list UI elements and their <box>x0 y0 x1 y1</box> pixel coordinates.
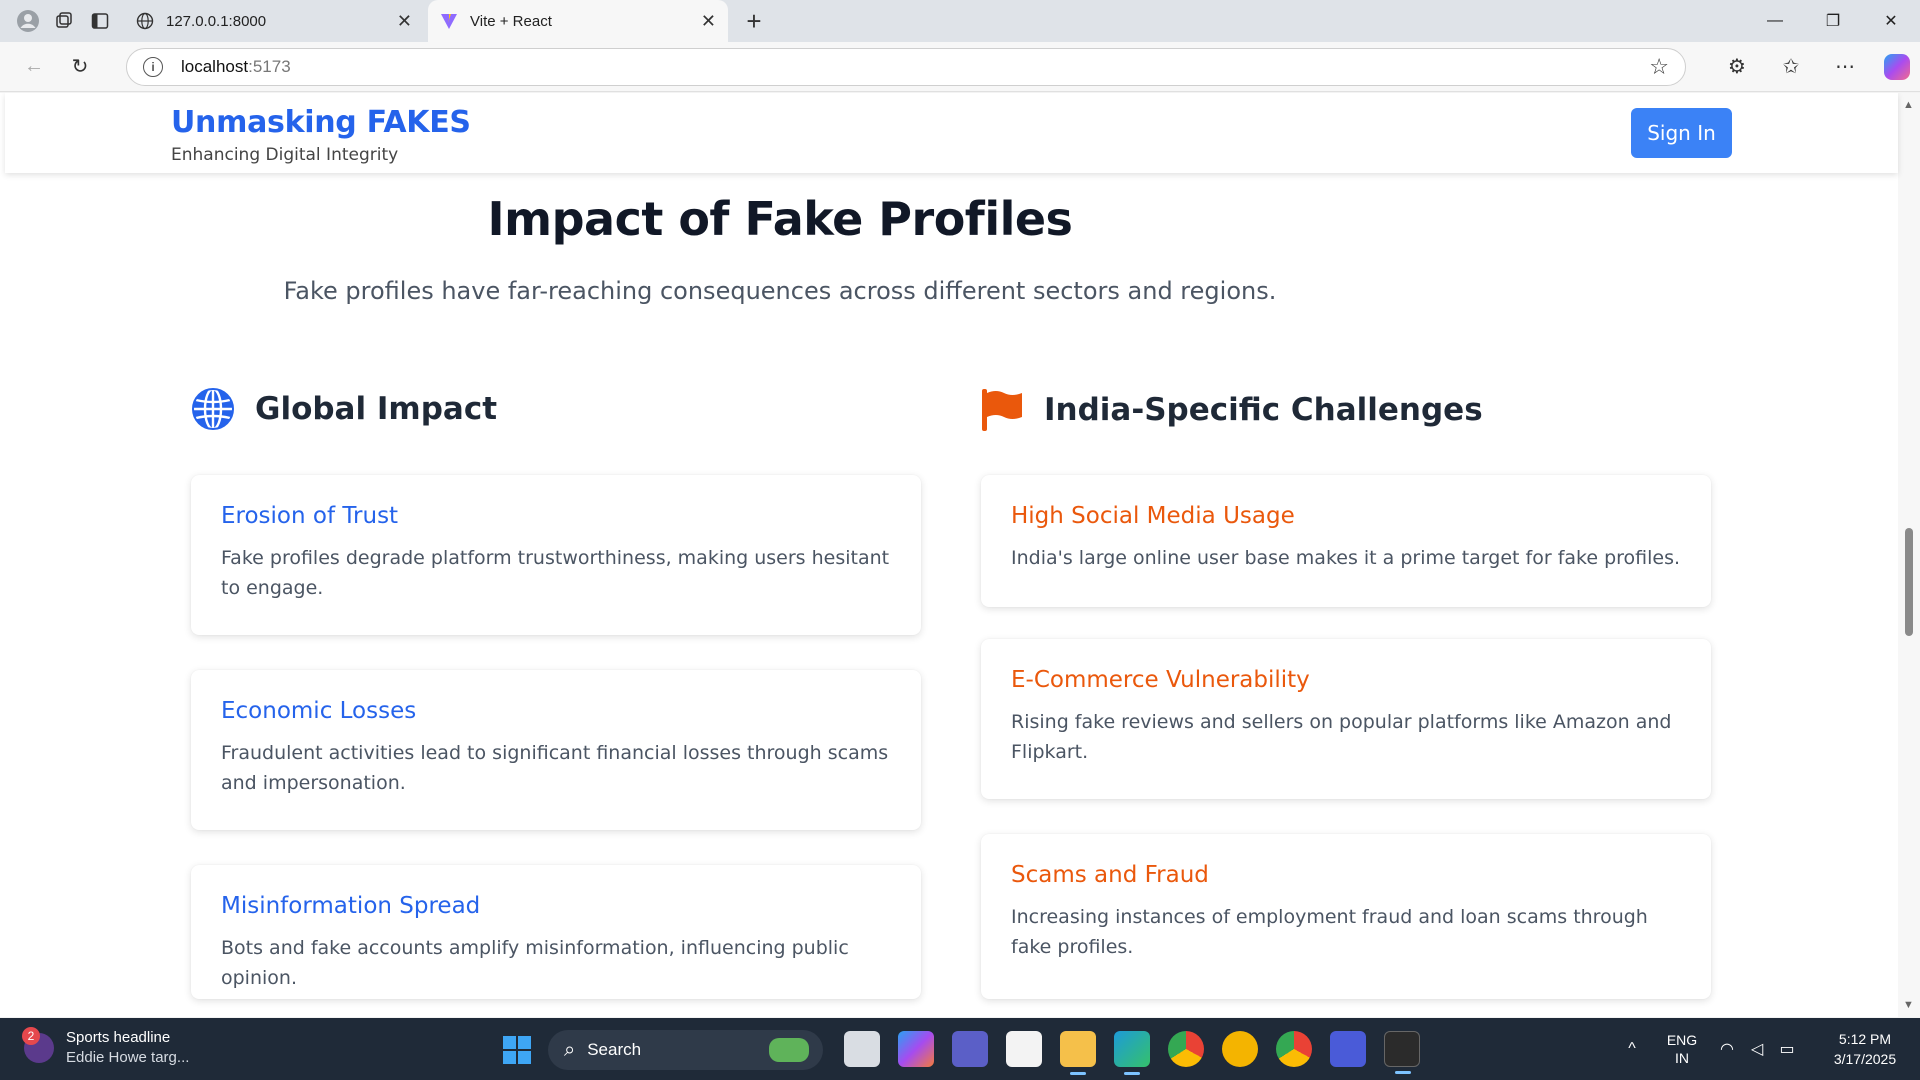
news-badge: 2 <box>22 1027 40 1045</box>
card-title: Misinformation Spread <box>221 893 481 919</box>
terminal-icon[interactable] <box>1384 1031 1420 1074</box>
page-viewport: Unmasking FAKES Enhancing Digital Integr… <box>0 93 1920 1017</box>
task-view-icon[interactable] <box>844 1031 880 1067</box>
card-title: High Social Media Usage <box>1011 503 1295 529</box>
windows-taskbar: 2 Sports headline Eddie Howe targ... ⌕ S… <box>0 1018 1920 1080</box>
address-bar[interactable]: i localhost:5173 ☆ <box>126 47 1686 86</box>
browser-toolbar: ← ↻ i localhost:5173 ☆ ⚙ ✩ ⋯ <box>0 42 1920 92</box>
url-port: :5173 <box>248 56 291 76</box>
card-text: Increasing instances of employment fraud… <box>1011 906 1648 958</box>
scrollbar-thumb[interactable] <box>1905 528 1913 636</box>
challenge-card: Scams and Fraud Increasing instances of … <box>981 834 1711 999</box>
close-tab-icon[interactable]: ✕ <box>397 11 412 32</box>
card-title: Erosion of Trust <box>221 503 399 529</box>
card-title: Scams and Fraud <box>1011 862 1209 888</box>
search-label: Search <box>587 1040 642 1059</box>
new-tab-button[interactable]: + <box>734 1 774 41</box>
challenge-card: High Social Media Usage India's large on… <box>981 475 1711 607</box>
store-icon[interactable] <box>1006 1031 1042 1067</box>
system-tray: ^ ENG IN ◠ ◁ ▭ 5:12 PM 3/17/2025 <box>1612 1018 1920 1080</box>
challenge-card: E-Commerce Vulnerability Rising fake rev… <box>981 639 1711 799</box>
wifi-icon[interactable]: ◠ <box>1712 1039 1742 1059</box>
language-indicator[interactable]: ENG IN <box>1652 1031 1712 1067</box>
url-host: localhost <box>181 56 249 76</box>
show-hidden-icons-icon[interactable]: ^ <box>1612 1040 1652 1058</box>
back-arrow-icon[interactable]: ← <box>12 47 56 87</box>
section-subtitle: Fake profiles have far-reaching conseque… <box>283 277 1277 305</box>
scroll-up-icon[interactable]: ▲ <box>1903 99 1914 111</box>
lang-code: ENG <box>1666 1032 1698 1048</box>
browser-right-tools: ⚙ ✩ ⋯ <box>1710 47 1910 87</box>
card-text: Fraudulent activities lead to significan… <box>221 742 889 794</box>
page-scrollbar[interactable]: ▲ ▼ <box>1898 93 1920 1017</box>
tab-127-0-0-1[interactable]: 127.0.0.1:8000 ✕ <box>124 0 424 42</box>
minimize-icon[interactable]: — <box>1746 0 1804 42</box>
file-explorer-icon[interactable] <box>1060 1031 1096 1075</box>
taskbar-apps <box>835 1031 1429 1075</box>
card-text: Fake profiles degrade platform trustwort… <box>221 547 890 599</box>
impact-card: Erosion of Trust Fake profiles degrade p… <box>191 475 921 635</box>
news-title: Sports headline <box>66 1029 171 1046</box>
flag-icon <box>982 389 1022 431</box>
favorites-icon[interactable]: ✩ <box>1764 47 1818 87</box>
globe-favicon-icon <box>136 12 154 30</box>
brand-title[interactable]: Unmasking FAKES <box>171 105 471 140</box>
copilot-app-icon[interactable] <box>898 1031 934 1067</box>
battery-icon[interactable]: ▭ <box>1772 1039 1802 1059</box>
vs-app-icon[interactable] <box>1330 1031 1366 1067</box>
card-text: Rising fake reviews and sellers on popul… <box>1011 711 1672 763</box>
brand-subtitle: Enhancing Digital Integrity <box>171 145 399 165</box>
time: 5:12 PM <box>1838 1031 1892 1047</box>
browser-tab-bar: 127.0.0.1:8000 ✕ Vite + React ✕ + — ❐ ✕ <box>0 0 1920 42</box>
card-title: E-Commerce Vulnerability <box>1011 667 1310 693</box>
news-widget[interactable]: 2 Sports headline Eddie Howe targ... <box>22 1027 190 1068</box>
news-subtitle: Eddie Howe targ... <box>66 1049 190 1066</box>
close-tab-icon[interactable]: ✕ <box>701 11 716 32</box>
volume-icon[interactable]: ◁ <box>1742 1039 1772 1059</box>
clock[interactable]: 5:12 PM 3/17/2025 <box>1810 1029 1920 1069</box>
vite-favicon-icon <box>440 12 458 30</box>
card-text: India's large online user base makes it … <box>1011 547 1681 569</box>
card-title: Economic Losses <box>221 698 417 724</box>
site-header: Unmasking FAKES Enhancing Digital Integr… <box>5 93 1898 173</box>
region-code: IN <box>1675 1050 1689 1066</box>
edge-icon[interactable] <box>1114 1031 1150 1075</box>
medal-app-icon[interactable] <box>1222 1031 1258 1067</box>
teams-icon[interactable] <box>952 1031 988 1067</box>
close-window-icon[interactable]: ✕ <box>1862 0 1920 42</box>
news-widget-icon: 2 <box>22 1027 54 1063</box>
date: 3/17/2025 <box>1833 1051 1897 1067</box>
more-menu-icon[interactable]: ⋯ <box>1818 47 1872 87</box>
column-heading: India-Specific Challenges <box>1044 392 1483 428</box>
windows-start-icon[interactable] <box>503 1036 531 1064</box>
site-info-icon[interactable]: i <box>143 56 163 77</box>
search-icon: ⌕ <box>564 1038 576 1061</box>
tab-title: 127.0.0.1:8000 <box>166 12 267 30</box>
window-controls: — ❐ ✕ <box>1746 0 1920 42</box>
tab-actions-icon[interactable] <box>82 3 118 39</box>
extensions-icon[interactable]: ⚙ <box>1710 47 1764 87</box>
chrome-icon[interactable] <box>1168 1031 1204 1067</box>
india-challenges-heading: India-Specific Challenges <box>980 387 1483 433</box>
profile-icon[interactable] <box>10 3 46 39</box>
card-text: Bots and fake accounts amplify misinform… <box>221 937 849 989</box>
section-title: Impact of Fake Profiles <box>487 192 1073 246</box>
chrome-profile-icon[interactable] <box>1276 1031 1312 1067</box>
impact-card: Misinformation Spread Bots and fake acco… <box>191 865 921 999</box>
tab-vite-react[interactable]: Vite + React ✕ <box>428 0 728 42</box>
search-highlight-icon <box>769 1038 809 1062</box>
sign-in-button[interactable]: Sign In <box>1631 108 1732 158</box>
globe-icon <box>192 387 234 431</box>
global-impact-heading: Global Impact <box>191 387 497 431</box>
favorite-star-icon[interactable]: ☆ <box>1649 54 1669 80</box>
scroll-down-icon[interactable]: ▼ <box>1903 999 1914 1011</box>
tab-title: Vite + React <box>470 12 552 30</box>
copilot-icon[interactable] <box>1884 53 1910 80</box>
taskbar-search[interactable]: ⌕ Search <box>548 1030 823 1070</box>
restore-icon[interactable]: ❐ <box>1804 0 1862 42</box>
impact-card: Economic Losses Fraudulent activities le… <box>191 670 921 830</box>
column-heading: Global Impact <box>255 391 498 427</box>
refresh-icon[interactable]: ↻ <box>58 47 102 87</box>
collections-icon[interactable] <box>46 3 82 39</box>
